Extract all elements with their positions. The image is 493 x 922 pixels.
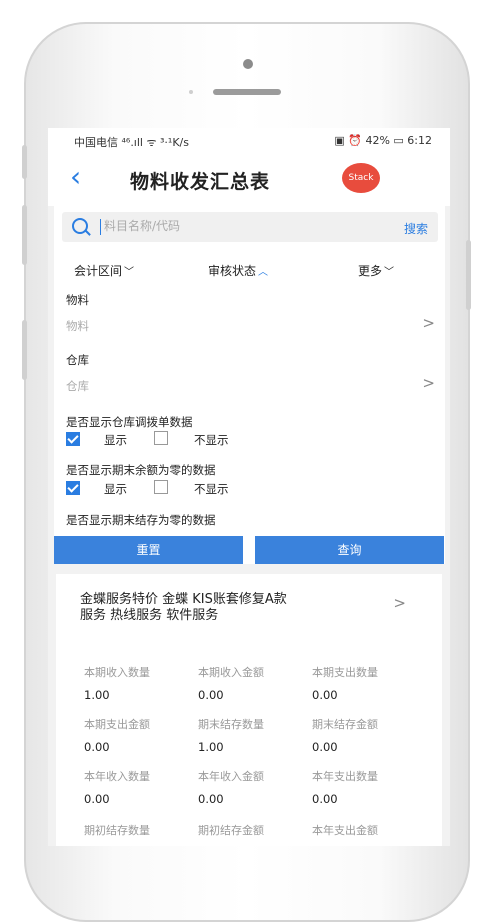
metric-year-out-qty: 本年支出数量 0.00 [312, 768, 422, 806]
metric-label: 期初结存数量 [84, 824, 150, 837]
phone-side-button-right [466, 240, 471, 310]
metric-value: 0.00 [312, 688, 338, 702]
metric-value: 0.00 [312, 792, 338, 806]
checkbox-show-transfer[interactable] [66, 432, 80, 446]
phone-side-button-left-2 [22, 205, 27, 265]
filter-tabs: 会计区间 ﹀ 审核状态 ︿ 更多 ﹀ [54, 254, 445, 284]
metric-period-out-amount: 本期支出金额 0.00 [84, 716, 194, 754]
chevron-up-icon: ︿ [258, 267, 269, 278]
action-buttons: 重置 查询 [54, 536, 444, 564]
text-caret [100, 219, 101, 235]
status-bar: 中国电信 ⁴⁶.ıll ᯤ ³·¹K/s ▣ ⏰ 42% ▭ 6:12 [48, 128, 450, 154]
hide-label: 不显示 [194, 482, 229, 496]
metric-period-in-amount: 本期收入金额 0.00 [198, 664, 308, 702]
checkbox-hide-transfer[interactable] [154, 431, 168, 445]
metric-opening-qty: 期初结存数量 [84, 822, 194, 838]
filter-panel: 搜索 会计区间﹀ 审核状态︿ 更多﹀ 物料 物料 > 仓库 仓库 > 是否显示仓… [54, 206, 445, 564]
metric-label: 本期收入数量 [84, 666, 150, 679]
metric-label: 本期支出数量 [312, 666, 378, 679]
metric-label: 本期收入金额 [198, 666, 264, 679]
metric-value: 0.00 [312, 740, 338, 754]
warehouse-label: 仓库 [66, 353, 89, 367]
front-camera [243, 59, 253, 69]
metric-label: 期初结存金额 [198, 824, 264, 837]
chevron-down-icon: ﹀ [124, 267, 135, 278]
chevron-right-icon[interactable]: > [422, 374, 435, 392]
question-zero-stock: 是否显示期末结存为零的数据 [66, 513, 216, 527]
hide-label: 不显示 [194, 433, 229, 447]
metric-year-out-amount: 本年支出金额 [312, 822, 422, 838]
metric-label: 本年收入金额 [198, 770, 264, 783]
metric-label: 本年收入数量 [84, 770, 150, 783]
app-header: ‹ 物料收发汇总表 Stack [48, 154, 450, 206]
phone-side-button-left-1 [22, 145, 27, 179]
metric-value: 1.00 [198, 740, 224, 754]
reset-button[interactable]: 重置 [54, 536, 243, 564]
status-right-info: ▣ ⏰ 42% ▭ 6:12 [334, 134, 432, 147]
checkbox-hide-zero-balance[interactable] [154, 480, 168, 494]
metric-label: 本期支出金额 [84, 718, 150, 731]
chevron-right-icon[interactable]: > [422, 314, 435, 332]
metric-label: 期末结存金额 [312, 718, 378, 731]
result-card[interactable]: 金蝶服务特价 金蝶 KIS账套修复A款服务 热线服务 软件服务 > 本期收入数量… [56, 574, 442, 846]
warehouse-field[interactable]: 仓库 [66, 378, 89, 394]
status-carrier: 中国电信 ⁴⁶.ıll ᯤ ³·¹K/s [74, 136, 189, 149]
tab-accounting-period[interactable]: 会计区间 ﹀ [74, 262, 134, 279]
metric-value: 0.00 [198, 792, 224, 806]
stack-button[interactable]: Stack [342, 163, 380, 193]
checkbox-show-zero-balance[interactable] [66, 481, 80, 495]
metric-year-in-qty: 本年收入数量 0.00 [84, 768, 194, 806]
item-name: 金蝶服务特价 金蝶 KIS账套修复A款服务 热线服务 软件服务 [80, 592, 287, 623]
proximity-sensor [189, 90, 193, 94]
query-button[interactable]: 查询 [255, 536, 444, 564]
tab-label: 会计区间 [74, 264, 123, 278]
metric-value: 0.00 [84, 740, 110, 754]
metric-label: 本年支出金额 [312, 824, 378, 837]
material-field[interactable]: 物料 [66, 318, 89, 334]
metric-ending-amount: 期末结存金额 0.00 [312, 716, 422, 754]
tab-label: 审核状态 [208, 264, 257, 278]
question-zero-balance: 是否显示期末余额为零的数据 [66, 463, 216, 477]
metric-label: 本年支出数量 [312, 770, 378, 783]
question-transfer-data: 是否显示仓库调拨单数据 [66, 415, 193, 429]
tab-audit-status[interactable]: 审核状态 ︿ [208, 262, 268, 279]
metric-period-in-qty: 本期收入数量 1.00 [84, 664, 194, 702]
search-icon [72, 218, 88, 234]
metric-ending-qty: 期末结存数量 1.00 [198, 716, 308, 754]
show-label: 显示 [104, 482, 127, 496]
material-label: 物料 [66, 293, 89, 307]
tab-more[interactable]: 更多 ﹀ [358, 262, 394, 279]
metric-label: 期末结存数量 [198, 718, 264, 731]
show-label: 显示 [104, 433, 127, 447]
page-title: 物料收发汇总表 [130, 171, 271, 193]
metric-year-in-amount: 本年收入金额 0.00 [198, 768, 308, 806]
earpiece-speaker [213, 89, 281, 95]
metric-value: 0.00 [84, 792, 110, 806]
chevron-right-icon[interactable]: > [393, 594, 406, 612]
metric-period-out-qty: 本期支出数量 0.00 [312, 664, 422, 702]
phone-side-button-left-3 [22, 320, 27, 380]
search-bar: 搜索 [62, 212, 438, 242]
metric-value: 0.00 [198, 688, 224, 702]
search-button[interactable]: 搜索 [404, 220, 428, 237]
back-chevron-icon[interactable]: ‹ [70, 162, 81, 192]
tab-label: 更多 [358, 264, 383, 278]
metric-value: 1.00 [84, 688, 110, 702]
search-input[interactable] [102, 218, 346, 234]
phone-screen: 中国电信 ⁴⁶.ıll ᯤ ³·¹K/s ▣ ⏰ 42% ▭ 6:12 ‹ 物料… [48, 128, 450, 846]
metric-opening-amount: 期初结存金额 [198, 822, 308, 838]
chevron-down-icon: ﹀ [384, 267, 395, 278]
